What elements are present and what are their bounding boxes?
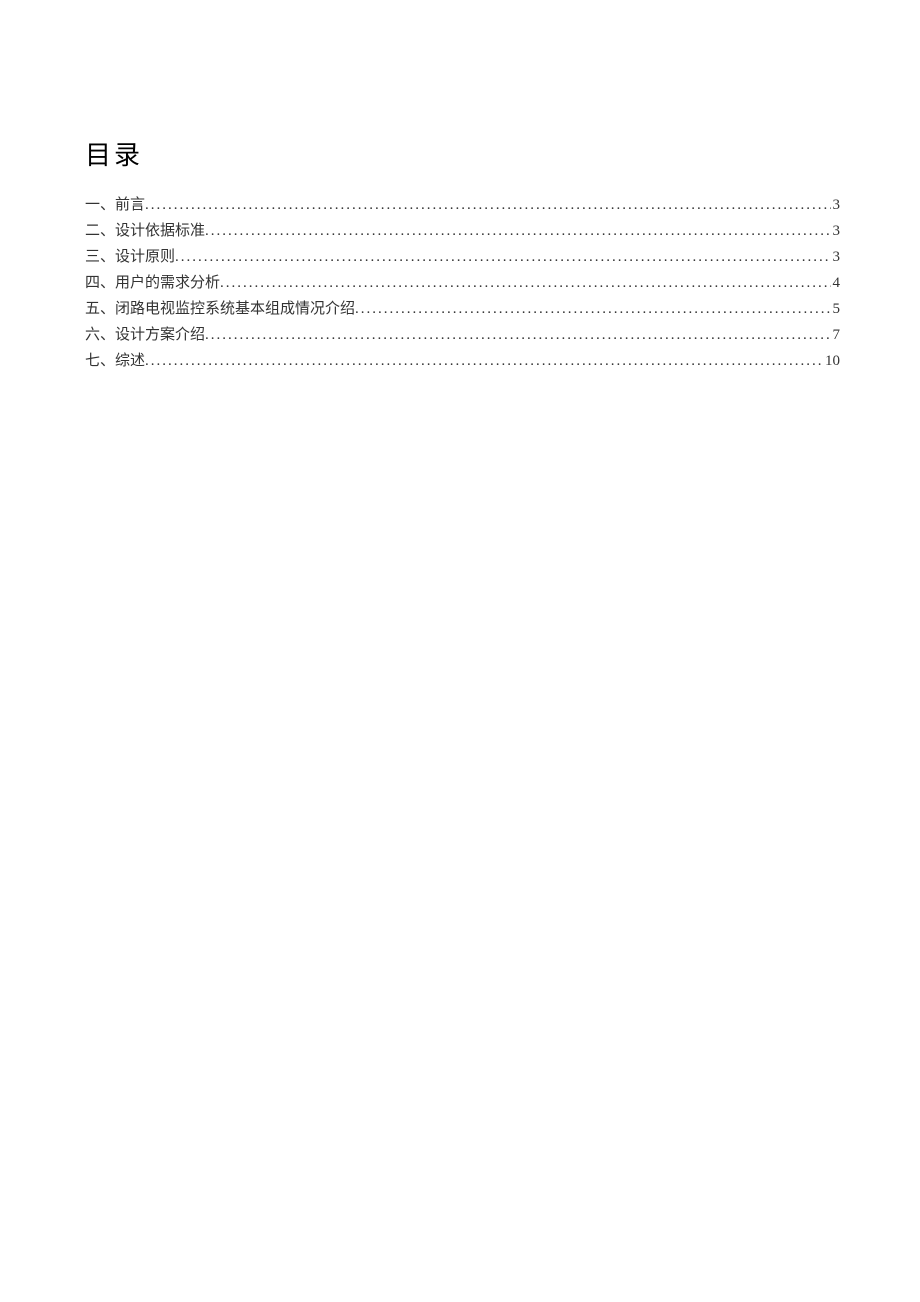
toc-dots xyxy=(175,244,830,270)
toc-item: 六、设计方案介绍 7 xyxy=(85,322,840,348)
toc-entry-label: 一、前言 xyxy=(85,192,145,218)
toc-entry-label: 三、设计原则 xyxy=(85,244,175,270)
toc-dots xyxy=(205,322,830,348)
toc-dots xyxy=(205,218,830,244)
toc-entry-page: 3 xyxy=(831,244,841,270)
toc-entry-page: 4 xyxy=(831,270,841,296)
toc-item: 三、设计原则 3 xyxy=(85,244,840,270)
toc-entry-page: 3 xyxy=(831,218,841,244)
toc-item: 七、综述 10 xyxy=(85,348,840,374)
toc-dots xyxy=(220,270,830,296)
toc-item: 五、闭路电视监控系统基本组成情况介绍 5 xyxy=(85,296,840,322)
toc-entry-label: 二、设计依据标准 xyxy=(85,218,205,244)
toc-entry-page: 5 xyxy=(831,296,841,322)
toc-dots xyxy=(145,348,823,374)
toc-item: 一、前言 3 xyxy=(85,192,840,218)
toc-item: 二、设计依据标准 3 xyxy=(85,218,840,244)
toc-list: 一、前言 3 二、设计依据标准 3 三、设计原则 3 四、用户的需求分析 4 五… xyxy=(85,192,840,374)
toc-dots xyxy=(355,296,830,322)
toc-entry-label: 七、综述 xyxy=(85,348,145,374)
toc-entry-label: 四、用户的需求分析 xyxy=(85,270,220,296)
toc-entry-label: 五、闭路电视监控系统基本组成情况介绍 xyxy=(85,296,355,322)
toc-dots xyxy=(145,192,830,218)
toc-item: 四、用户的需求分析 4 xyxy=(85,270,840,296)
toc-entry-page: 7 xyxy=(831,322,841,348)
toc-entry-label: 六、设计方案介绍 xyxy=(85,322,205,348)
toc-entry-page: 3 xyxy=(831,192,841,218)
toc-entry-page: 10 xyxy=(823,348,840,374)
toc-title: 目录 xyxy=(85,135,840,172)
